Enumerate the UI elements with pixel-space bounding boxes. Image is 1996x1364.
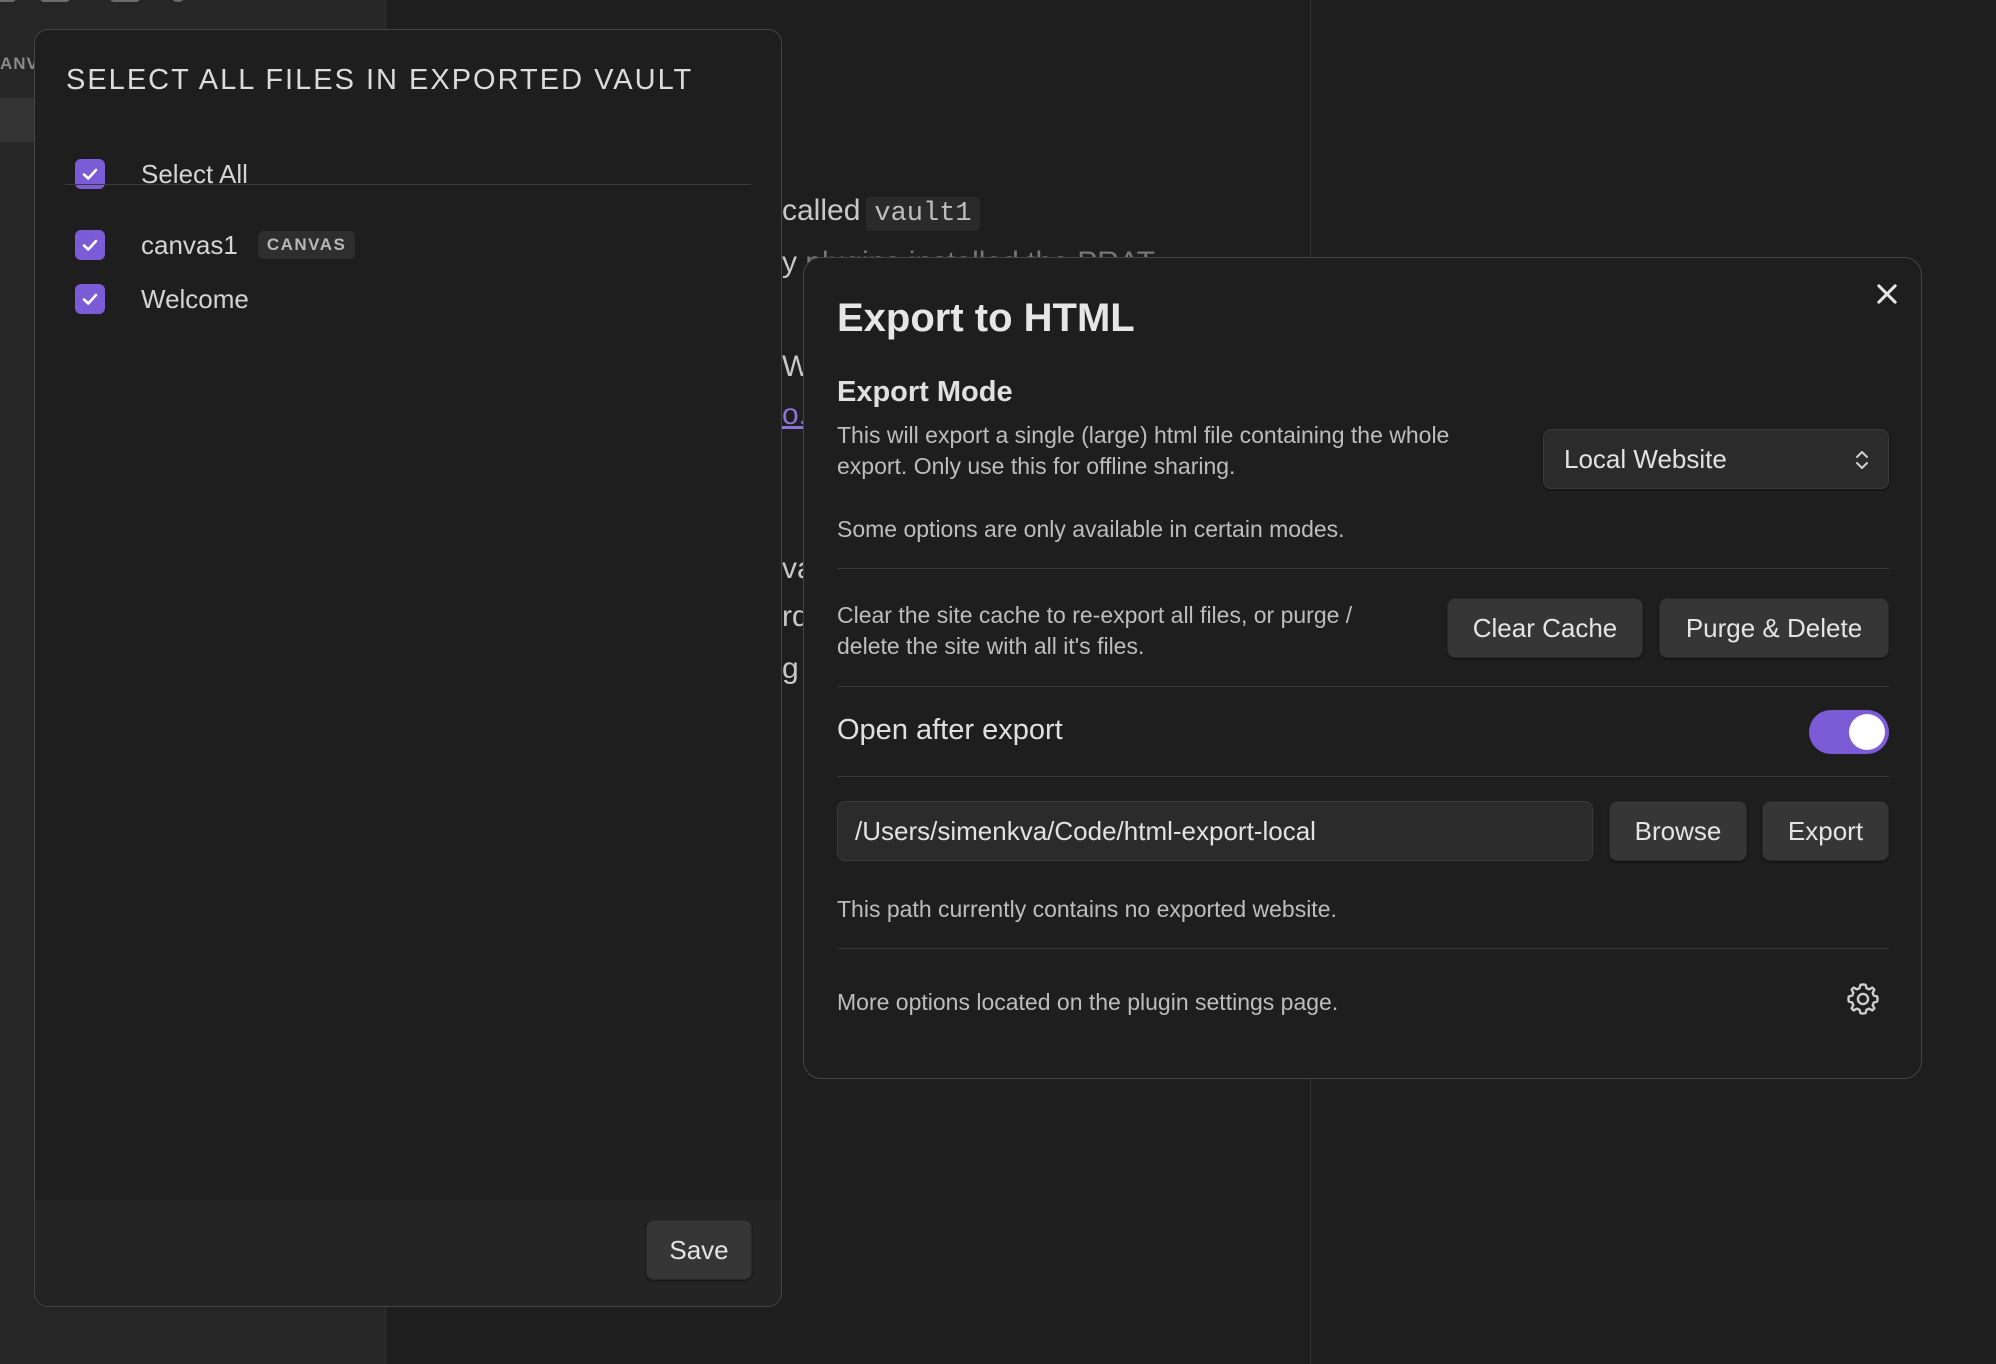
close-icon <box>1877 284 1897 304</box>
close-button[interactable] <box>1869 276 1905 312</box>
select-all-row[interactable]: Select All <box>75 154 248 194</box>
open-after-export-toggle[interactable] <box>1809 710 1889 754</box>
more-options-note: More options located on the plugin setti… <box>837 989 1339 1015</box>
export-mode-description: This will export a single (large) html f… <box>837 422 1450 479</box>
toolbar-icon[interactable] <box>110 0 140 2</box>
picker-divider <box>65 184 751 185</box>
toolbar-icon[interactable] <box>170 0 186 2</box>
file-checkbox[interactable] <box>75 284 105 314</box>
picker-footer: Save <box>35 1200 781 1306</box>
check-icon <box>82 168 98 180</box>
modes-note: Some options are only available in certa… <box>837 516 1345 542</box>
file-type-tag: CANVAS <box>257 231 356 259</box>
file-name: canvas1 <box>141 229 238 260</box>
inline-code: vault1 <box>866 197 980 231</box>
file-name: Welcome <box>141 283 249 314</box>
cache-description: Clear the site cache to re-export all fi… <box>837 602 1353 659</box>
file-picker-modal: SELECT ALL FILES IN EXPORTED VAULT Selec… <box>34 29 782 1307</box>
editor-line: called vault1 <box>782 194 980 231</box>
save-button[interactable]: Save <box>646 1220 752 1280</box>
file-checkbox[interactable] <box>75 230 105 260</box>
export-mode-value: Local Website <box>1564 443 1727 474</box>
picker-title: SELECT ALL FILES IN EXPORTED VAULT <box>66 64 694 96</box>
check-icon <box>82 293 98 305</box>
divider <box>837 776 1889 777</box>
file-item-welcome[interactable]: Welcome <box>75 279 249 319</box>
file-item-canvas1[interactable]: canvas1 CANVAS <box>75 225 356 265</box>
path-status: This path currently contains no exported… <box>837 896 1337 922</box>
clear-cache-button[interactable]: Clear Cache <box>1447 598 1643 658</box>
purge-delete-button[interactable]: Purge & Delete <box>1659 598 1889 658</box>
export-path-input[interactable] <box>837 801 1593 861</box>
editor-line: g <box>782 652 799 685</box>
toolbar-icon[interactable] <box>0 0 16 2</box>
export-modal: Export to HTML Export Mode This will exp… <box>803 257 1922 1079</box>
modal-title: Export to HTML <box>837 296 1135 340</box>
toolbar-icon[interactable] <box>40 0 70 2</box>
gear-icon[interactable] <box>1844 980 1882 1018</box>
divider <box>837 948 1889 949</box>
check-icon <box>82 239 98 251</box>
open-after-export-label: Open after export <box>837 714 1063 746</box>
browse-button[interactable]: Browse <box>1609 801 1747 861</box>
export-button[interactable]: Export <box>1762 801 1889 861</box>
divider <box>837 568 1889 569</box>
divider <box>837 686 1889 687</box>
export-mode-heading: Export Mode <box>837 376 1013 408</box>
toggle-knob <box>1849 714 1885 750</box>
chevron-updown-icon <box>1856 451 1868 469</box>
export-mode-select[interactable]: Local Website <box>1543 429 1889 489</box>
